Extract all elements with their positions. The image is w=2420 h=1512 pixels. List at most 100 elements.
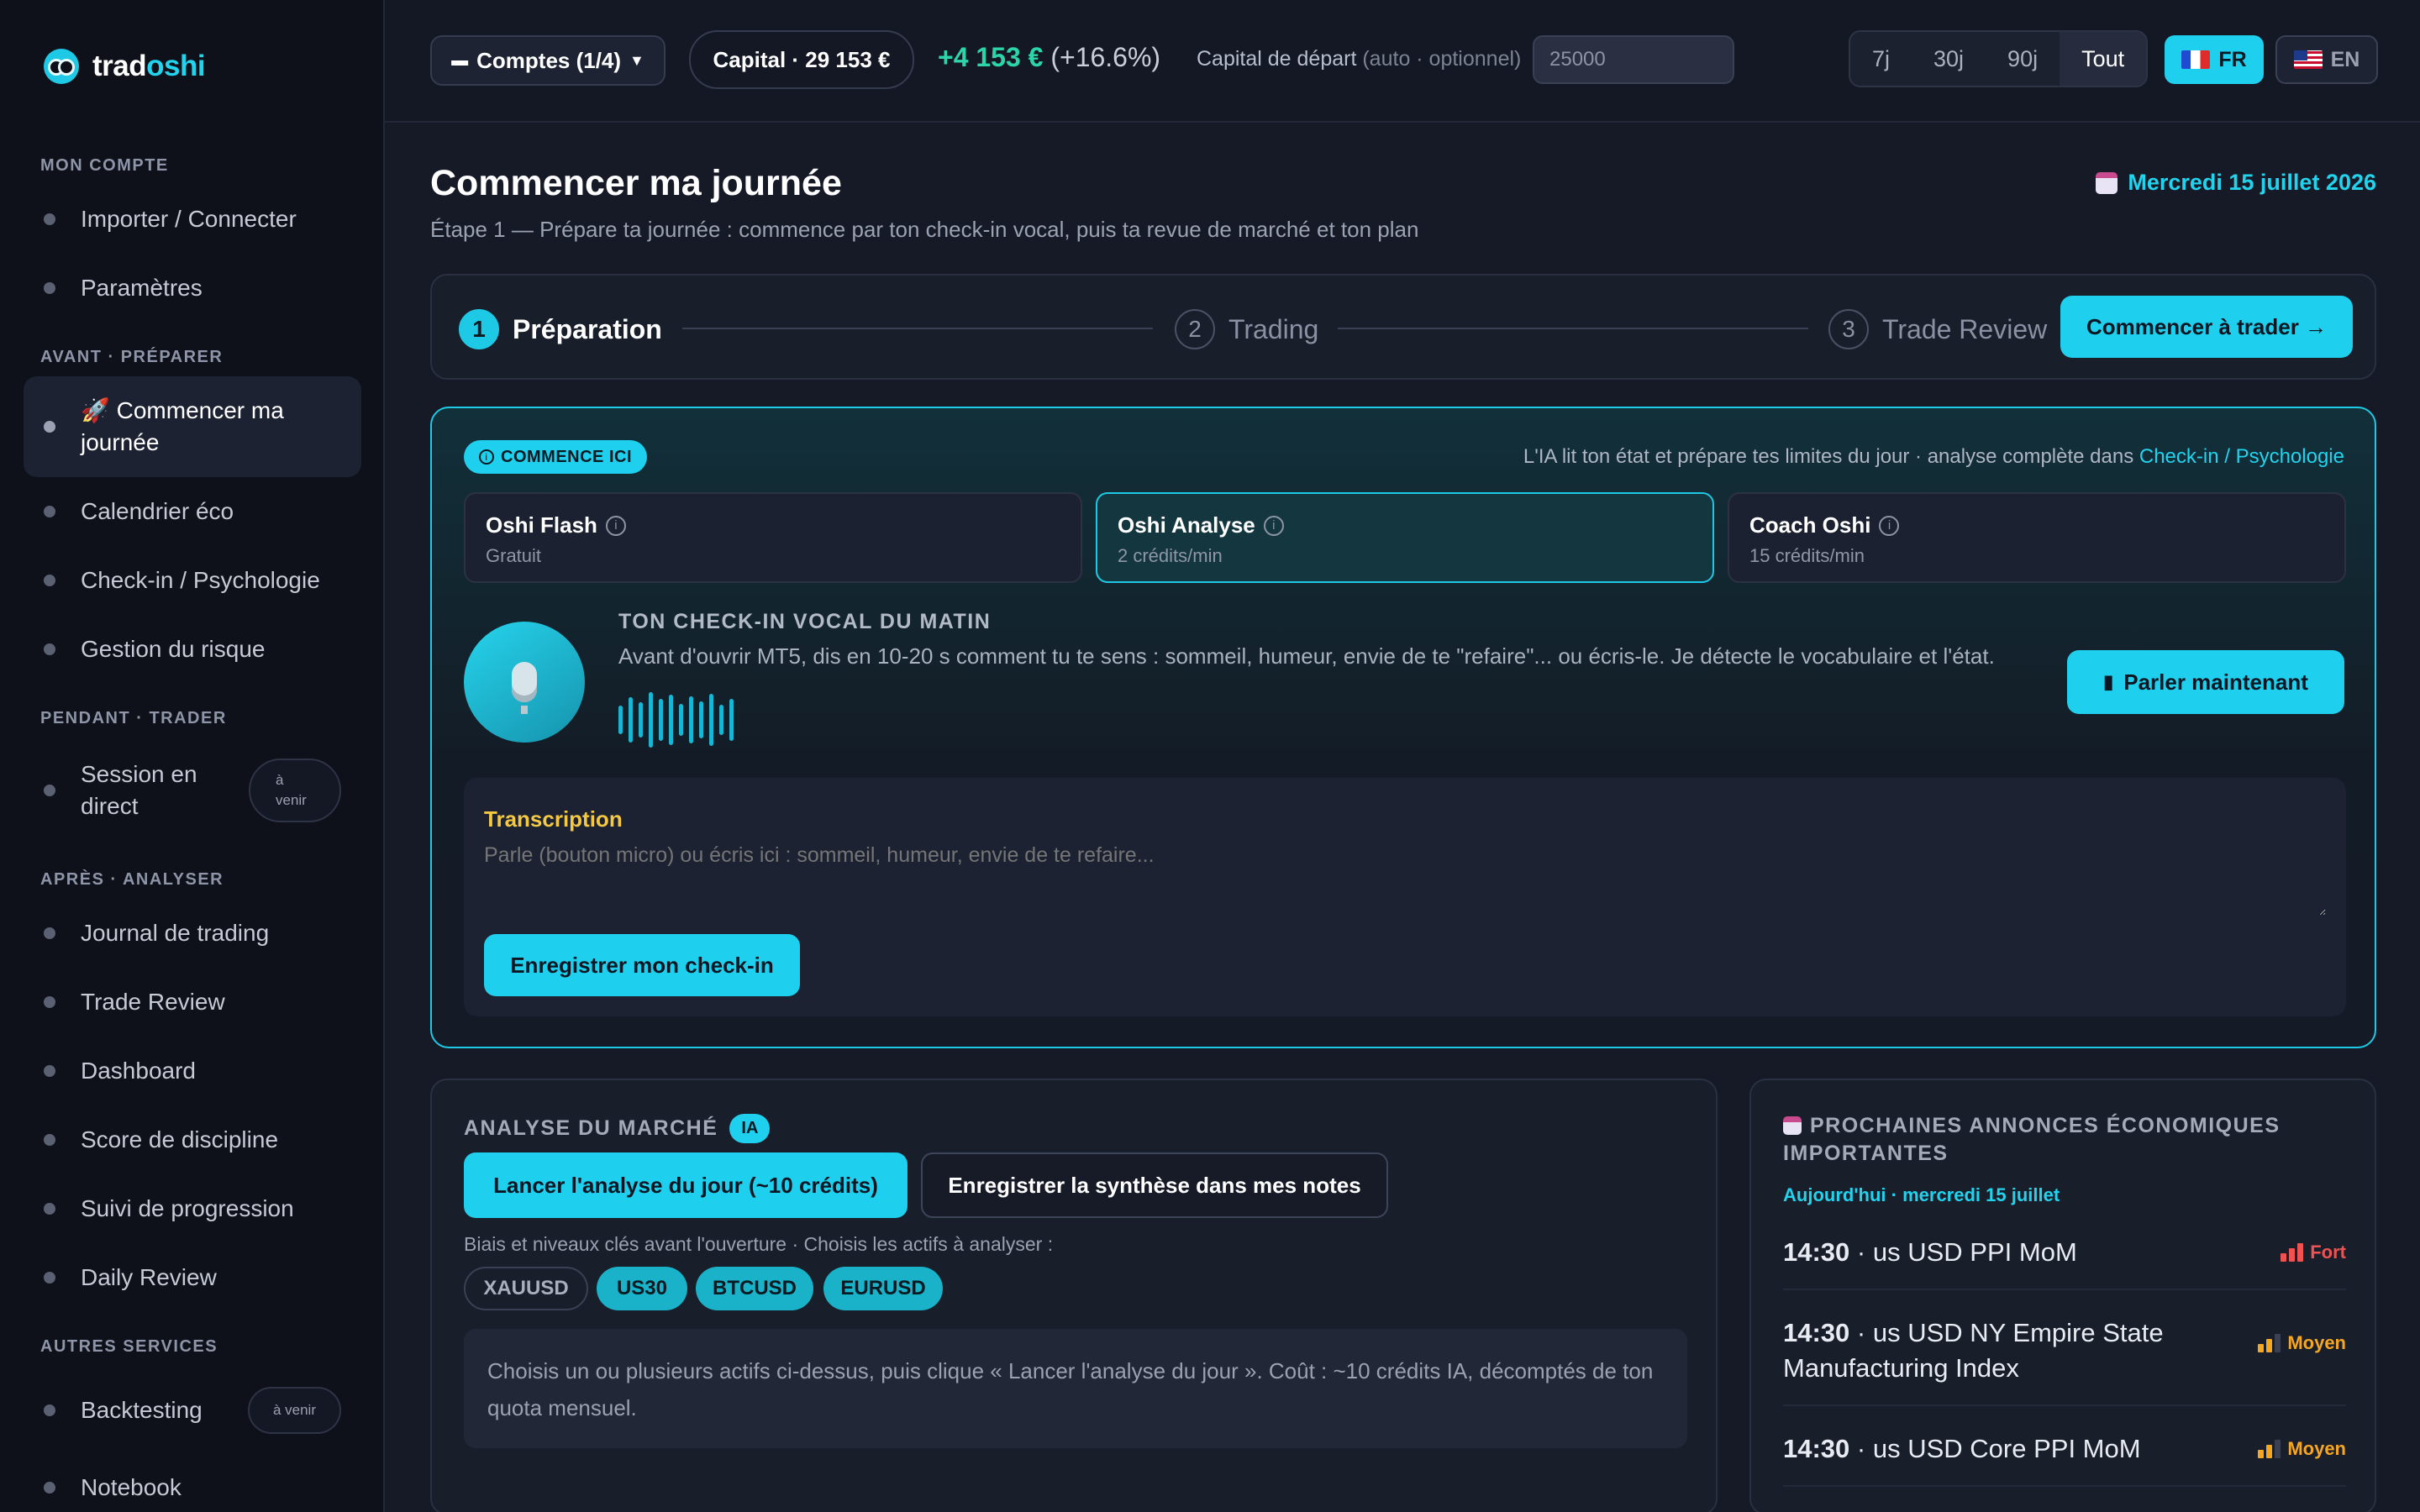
sidebar-item-notebook[interactable]: Notebook [24,1467,361,1509]
sidebar-item-start-day[interactable]: 🚀 Commencer ma journée [24,376,361,477]
save-checkin-button[interactable]: Enregistrer mon check-in [484,934,800,996]
checkin-instructions: Avant d'ouvrir MT5, dis en 10-20 s comme… [618,643,1995,669]
capital-pill: Capital · 29 153 € [689,30,914,89]
sidebar-item-label: 🚀 Commencer ma journée [81,397,284,455]
step-trade-review[interactable]: 3 Trade Review [1828,309,2047,349]
sidebar-item-risk[interactable]: Gestion du risque [24,628,361,670]
checkin-note: L'IA lit ton état et prépare tes limites… [1523,445,2344,468]
bullet-icon [44,785,55,796]
sidebar-item-label: Gestion du risque [81,636,266,662]
asset-chip-xauusd[interactable]: XAUUSD [464,1267,588,1310]
period-7j[interactable]: 7j [1850,32,1912,86]
event-row[interactable]: 14:30 · us USD PPI MoM Fort [1783,1235,2346,1290]
analysis-info-box: Choisis un ou plusieurs actifs ci-dessus… [464,1329,1687,1448]
topbar: ▬ Comptes (1/4) ▼ Capital · 29 153 € +4 … [385,0,2420,123]
asset-chip-eurusd[interactable]: EURUSD [823,1267,943,1310]
sidebar-item-live-session[interactable]: Session en direct à venir [24,753,361,828]
impact-high: Fort [2281,1242,2346,1263]
microphone-button[interactable] [464,622,585,743]
impact-bars-icon [2281,1243,2304,1262]
mode-title: Oshi Analyse [1118,512,1255,538]
bullet-icon [44,1482,55,1494]
bullet-icon [44,213,55,225]
mode-price: 2 crédits/min [1118,545,1223,566]
event-row[interactable]: 14:30 · us USD Core PPI MoM Moyen [1783,1431,2346,1487]
period-90j[interactable]: 90j [1986,32,2060,86]
sidebar-item-label: Score de discipline [81,1126,279,1152]
page-subtitle: Étape 1 — Prépare ta journée : commence … [430,217,1419,242]
progress-stepper: 1 Préparation 2 Trading 3 Trade Review Comm… [430,274,2376,380]
sidebar-item-discipline[interactable]: Score de discipline [24,1119,361,1161]
launch-analysis-button[interactable]: Lancer l'analyse du jour (~10 crédits) [464,1152,908,1218]
accounts-dropdown[interactable]: ▬ Comptes (1/4) ▼ [430,35,666,86]
uk-flag-icon [2293,50,2323,69]
info-icon[interactable]: i [1879,515,1900,536]
period-selector: 7j 30j 90j Tout [1849,30,2149,87]
lang-en-button[interactable]: EN [2275,35,2378,84]
sidebar-item-eco-calendar[interactable]: Calendrier éco [24,491,361,533]
sidebar-item-settings[interactable]: Paramètres [24,267,361,309]
sidebar-item-progress[interactable]: Suivi de progression [24,1188,361,1230]
bullet-icon [44,506,55,517]
app: tradoshi MON COMPTE Importer / Connecter… [0,0,2420,1512]
france-flag-icon [2181,50,2211,69]
mode-oshi-flash[interactable]: Oshi Flash i Gratuit [464,492,1082,583]
market-analysis-card: ANALYSE DU MARCHÉ IA Lancer l'analyse du … [430,1079,1718,1512]
start-here-badge: i COMMENCE ICI [464,440,647,474]
sidebar-item-import[interactable]: Importer / Connecter [24,198,361,240]
period-30j[interactable]: 30j [1912,32,1986,86]
info-icon: i [479,449,494,465]
ai-badge: IA [729,1114,771,1143]
start-capital-input[interactable]: 25000 [1533,35,1734,84]
step-trading[interactable]: 2 Trading [1175,309,1318,349]
bullet-icon [44,575,55,586]
sidebar-item-label: Session en direct [81,761,197,819]
mode-title: Coach Oshi [1749,512,1871,538]
sidebar-item-daily-review[interactable]: Daily Review [24,1257,361,1299]
sidebar-item-backtesting[interactable]: Backtesting à venir [24,1386,361,1435]
step-preparation[interactable]: 1 Préparation [459,309,662,349]
brand-name: tradoshi [92,50,206,82]
period-all[interactable]: Tout [2060,32,2147,86]
info-icon[interactable]: i [1263,515,1284,536]
mode-title: Oshi Flash [486,512,597,538]
economic-events-card: PROCHAINES ANNONCES ÉCONOMIQUES IMPORTAN… [1749,1079,2376,1512]
start-capital-label: Capital de départ (auto · optionnel) [1197,47,1522,71]
bullet-icon [44,282,55,294]
microphone-icon [512,662,537,714]
sidebar-item-trade-review[interactable]: Trade Review [24,981,361,1023]
sidebar-item-checkin[interactable]: Check-in / Psychologie [24,559,361,601]
economic-events-title: PROCHAINES ANNONCES ÉCONOMIQUES IMPORTAN… [1783,1114,2281,1165]
asset-chip-us30[interactable]: US30 [597,1267,687,1310]
calendar-icon [2096,171,2118,194]
assets-label: Biais et niveaux clés avant l'ouverture … [464,1233,1054,1255]
bullet-icon [44,1203,55,1215]
impact-bars-icon [2258,1334,2281,1352]
bullet-icon [44,643,55,655]
sidebar-item-label: Paramètres [81,275,203,301]
save-notes-button[interactable]: Enregistrer la synthèse dans mes notes [921,1152,1388,1218]
sidebar-item-label: Daily Review [81,1264,217,1290]
impact-medium: Moyen [2258,1332,2346,1354]
section-title: APRÈS · ANALYSER [40,870,224,889]
bullet-icon [44,421,55,433]
transcription-textarea[interactable] [484,843,2326,916]
impact-medium: Moyen [2258,1438,2346,1460]
asset-chip-btcusd[interactable]: BTCUSD [696,1267,813,1310]
start-trading-button[interactable]: Commencer à trader → [2060,296,2353,358]
bullet-icon [44,1065,55,1077]
checkin-psychology-link[interactable]: Check-in / Psychologie [2139,445,2344,468]
mode-oshi-analyse[interactable]: Oshi Analyse i 2 crédits/min [1096,492,1714,583]
logo[interactable]: tradoshi [44,49,206,84]
speak-now-button[interactable]: ▮ Parler maintenant [2067,650,2344,714]
mode-coach-oshi[interactable]: Coach Oshi i 15 crédits/min [1728,492,2346,583]
lang-fr-button[interactable]: FR [2165,35,2264,84]
sidebar-item-label: Importer / Connecter [81,206,297,232]
info-icon[interactable]: i [605,515,626,536]
sidebar-item-journal[interactable]: Journal de trading [24,912,361,954]
bullet-icon [44,927,55,939]
sidebar-item-dashboard[interactable]: Dashboard [24,1050,361,1092]
section-title: AUTRES SERVICES [40,1337,218,1356]
event-row[interactable]: 14:30 · us USD NY Empire State Manufactu… [1783,1315,2346,1406]
owl-logo-icon [44,49,79,84]
